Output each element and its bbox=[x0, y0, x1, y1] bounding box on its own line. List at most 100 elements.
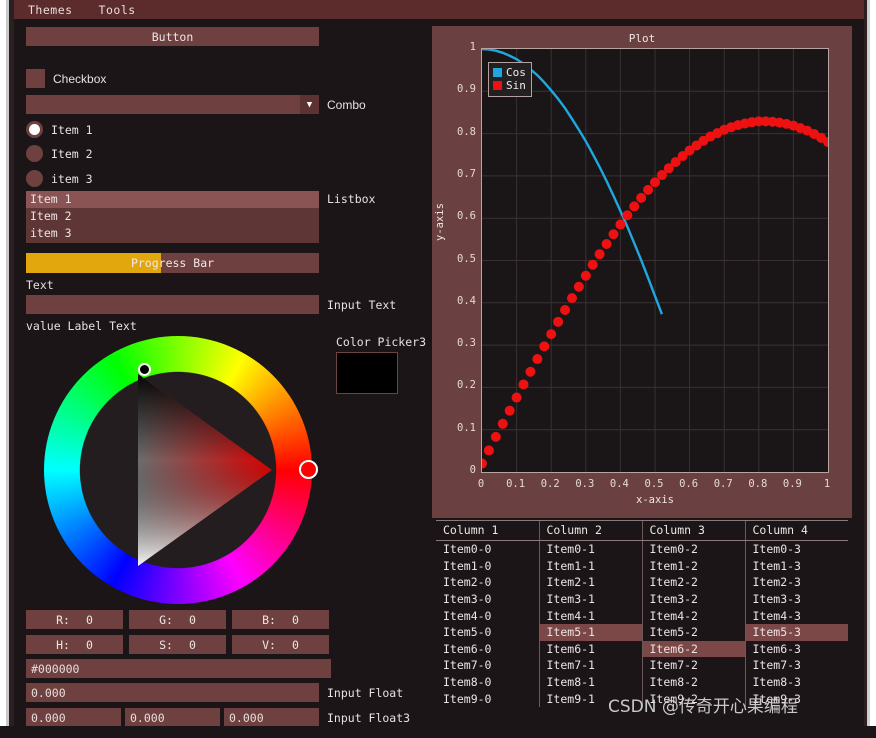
table-cell[interactable]: Item5-3 bbox=[745, 624, 848, 641]
table-row[interactable]: Item7-0Item7-1Item7-2Item7-3 bbox=[436, 657, 848, 674]
checkbox-input[interactable] bbox=[26, 69, 45, 88]
table-cell[interactable]: Item7-2 bbox=[642, 657, 745, 674]
input-float-row: 0.000 Input Float bbox=[26, 683, 403, 702]
table-cell[interactable]: Item8-2 bbox=[642, 674, 745, 691]
radio-input-item-2[interactable] bbox=[26, 145, 43, 162]
table-cell[interactable]: Item1-3 bbox=[745, 558, 848, 575]
color-picker3-label: Color Picker3 bbox=[336, 335, 426, 349]
table-cell[interactable]: Item4-1 bbox=[539, 607, 642, 624]
hsv-s-field[interactable]: S: 0 bbox=[129, 635, 226, 654]
table-cell[interactable]: Item4-0 bbox=[436, 607, 539, 624]
table-row[interactable]: Item3-0Item3-1Item3-2Item3-3 bbox=[436, 591, 848, 608]
menu-item-tools[interactable]: Tools bbox=[97, 2, 138, 18]
table-cell[interactable]: Item0-1 bbox=[539, 541, 642, 558]
table-cell[interactable]: Item8-1 bbox=[539, 674, 642, 691]
combo-select[interactable]: ▼ bbox=[26, 95, 319, 114]
rgb-row: R: 0 G: 0 B: 0 bbox=[26, 610, 329, 629]
listbox-item[interactable]: item 3 bbox=[26, 225, 319, 242]
table-cell[interactable]: Item2-0 bbox=[436, 574, 539, 591]
hex-color-field[interactable]: #000000 bbox=[26, 659, 331, 678]
table-cell[interactable]: Item7-1 bbox=[539, 657, 642, 674]
saturation-value-marker[interactable] bbox=[138, 363, 151, 376]
plot-title: Plot bbox=[432, 32, 852, 45]
rgb-b-field[interactable]: B: 0 bbox=[232, 610, 329, 629]
radio-input-item-1[interactable] bbox=[26, 121, 43, 138]
menu-bar: Themes Tools bbox=[14, 0, 864, 19]
window-right-scrollbar[interactable] bbox=[864, 0, 876, 738]
listbox[interactable]: Item 1 Item 2 item 3 bbox=[26, 191, 319, 243]
hue-marker[interactable] bbox=[299, 460, 318, 479]
table-cell[interactable]: Item7-3 bbox=[745, 657, 848, 674]
listbox-row: Item 1 Item 2 item 3 Listbox bbox=[26, 191, 375, 243]
table-cell[interactable]: Item2-2 bbox=[642, 574, 745, 591]
listbox-item[interactable]: Item 2 bbox=[26, 208, 319, 225]
table-cell[interactable]: Item2-3 bbox=[745, 574, 848, 591]
table-cell[interactable]: Item0-0 bbox=[436, 541, 539, 558]
table-cell[interactable]: Item5-2 bbox=[642, 624, 745, 641]
radio-row-item-1: Item 1 bbox=[26, 121, 93, 138]
table-row[interactable]: Item0-0Item0-1Item0-2Item0-3 bbox=[436, 541, 848, 558]
demo-button[interactable]: Button bbox=[26, 27, 319, 46]
plot-legend[interactable]: Cos Sin bbox=[488, 62, 532, 97]
input-float3-field-x[interactable]: 0.000 bbox=[26, 708, 121, 727]
table-cell[interactable]: Item2-1 bbox=[539, 574, 642, 591]
legend-entry-sin[interactable]: Sin bbox=[493, 79, 526, 92]
radio-input-item-3[interactable] bbox=[26, 170, 43, 187]
plot-panel[interactable]: Plot y-axis x-axis 00.10.20.30.40.50.60.… bbox=[432, 26, 852, 518]
table-cell[interactable]: Item1-0 bbox=[436, 558, 539, 575]
table-row[interactable]: Item6-0Item6-1Item6-2Item6-3 bbox=[436, 641, 848, 658]
hsv-h-field[interactable]: H: 0 bbox=[26, 635, 123, 654]
table-row[interactable]: Item2-0Item2-1Item2-2Item2-3 bbox=[436, 574, 848, 591]
table-cell[interactable]: Item1-2 bbox=[642, 558, 745, 575]
table-cell[interactable]: Item6-0 bbox=[436, 641, 539, 658]
table-row[interactable]: Item5-0Item5-1Item5-2Item5-3 bbox=[436, 624, 848, 641]
table-cell[interactable]: Item4-2 bbox=[642, 607, 745, 624]
radio-label-item-2: Item 2 bbox=[51, 147, 93, 161]
table-row[interactable]: Item8-0Item8-1Item8-2Item8-3 bbox=[436, 674, 848, 691]
input-float3-field-z[interactable]: 0.000 bbox=[224, 708, 319, 727]
progress-bar-label: Progress Bar bbox=[26, 253, 319, 273]
legend-label-cos: Cos bbox=[506, 66, 526, 79]
menu-item-themes[interactable]: Themes bbox=[26, 2, 75, 18]
listbox-item[interactable]: Item 1 bbox=[26, 191, 319, 208]
rgb-r-key: R: bbox=[56, 613, 70, 627]
table-cell[interactable]: Item5-1 bbox=[539, 624, 642, 641]
legend-entry-cos[interactable]: Cos bbox=[493, 66, 526, 79]
table-row[interactable]: Item1-0Item1-1Item1-2Item1-3 bbox=[436, 558, 848, 575]
table-column-header[interactable]: Column 4 bbox=[745, 521, 848, 541]
plot-canvas[interactable] bbox=[481, 48, 829, 473]
table-cell[interactable]: Item8-3 bbox=[745, 674, 848, 691]
input-float3-field-y[interactable]: 0.000 bbox=[125, 708, 220, 727]
input-text-field[interactable] bbox=[26, 295, 319, 314]
table-cell[interactable]: Item5-0 bbox=[436, 624, 539, 641]
table-column-header[interactable]: Column 1 bbox=[436, 521, 539, 541]
table-cell[interactable]: Item0-2 bbox=[642, 541, 745, 558]
color-wheel-picker[interactable] bbox=[34, 336, 324, 606]
table-cell[interactable]: Item3-2 bbox=[642, 591, 745, 608]
rgb-r-field[interactable]: R: 0 bbox=[26, 610, 123, 629]
input-float-field[interactable]: 0.000 bbox=[26, 683, 319, 702]
table-cell[interactable]: Item7-0 bbox=[436, 657, 539, 674]
table-cell[interactable]: Item8-0 bbox=[436, 674, 539, 691]
saturation-value-triangle[interactable] bbox=[44, 336, 312, 604]
table-column-header[interactable]: Column 2 bbox=[539, 521, 642, 541]
table-cell[interactable]: Item6-1 bbox=[539, 641, 642, 658]
radio-row-item-3: item 3 bbox=[26, 170, 93, 187]
data-table-panel[interactable]: Column 1Column 2Column 3Column 4 Item0-0… bbox=[436, 520, 848, 717]
table-cell[interactable]: Item9-0 bbox=[436, 690, 539, 707]
table-cell[interactable]: Item4-3 bbox=[745, 607, 848, 624]
table-cell[interactable]: Item6-2 bbox=[642, 641, 745, 658]
table-cell[interactable]: Item1-1 bbox=[539, 558, 642, 575]
plot-x-tick: 1 bbox=[812, 478, 842, 490]
color-picker3-swatch[interactable] bbox=[336, 352, 398, 394]
table-cell[interactable]: Item3-0 bbox=[436, 591, 539, 608]
hsv-v-field[interactable]: V: 0 bbox=[232, 635, 329, 654]
table-cell[interactable]: Item3-3 bbox=[745, 591, 848, 608]
table-column-header[interactable]: Column 3 bbox=[642, 521, 745, 541]
table-cell[interactable]: Item3-1 bbox=[539, 591, 642, 608]
combo-label: Combo bbox=[327, 98, 366, 112]
table-row[interactable]: Item4-0Item4-1Item4-2Item4-3 bbox=[436, 607, 848, 624]
table-cell[interactable]: Item0-3 bbox=[745, 541, 848, 558]
rgb-g-field[interactable]: G: 0 bbox=[129, 610, 226, 629]
table-cell[interactable]: Item6-3 bbox=[745, 641, 848, 658]
